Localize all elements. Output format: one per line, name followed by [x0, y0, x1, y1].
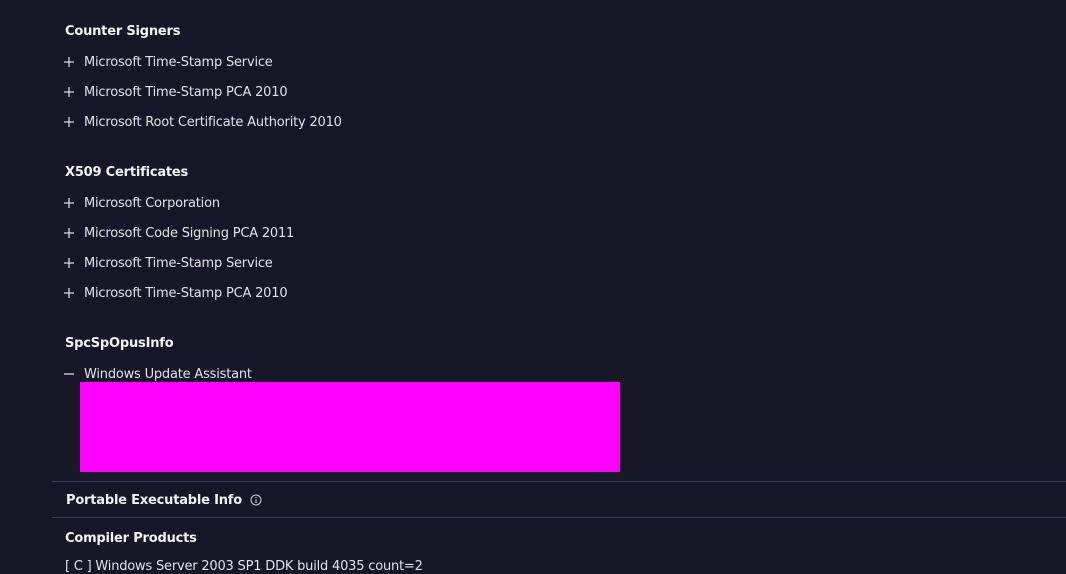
- plus-icon: [62, 55, 76, 69]
- counter-signer-item[interactable]: Microsoft Time-Stamp PCA 2010: [62, 82, 288, 102]
- divider: [52, 517, 1066, 518]
- opus-info-item[interactable]: Windows Update Assistant: [62, 364, 252, 384]
- plus-icon: [62, 85, 76, 99]
- counter-signer-label: Microsoft Time-Stamp Service: [84, 54, 273, 70]
- certificate-label: Microsoft Time-Stamp PCA 2010: [84, 285, 288, 301]
- counter-signer-item[interactable]: Microsoft Root Certificate Authority 201…: [62, 112, 342, 132]
- counter-signer-item[interactable]: Microsoft Time-Stamp Service: [62, 52, 273, 72]
- opus-info-label: Windows Update Assistant: [84, 366, 252, 382]
- minus-icon: [62, 367, 76, 381]
- portable-executable-info-title: Portable Executable Info: [66, 492, 242, 508]
- certificate-item[interactable]: Microsoft Time-Stamp Service: [62, 253, 273, 273]
- spc-sp-opus-info-title: SpcSpOpusInfo: [65, 336, 174, 351]
- compiler-products-title: Compiler Products: [65, 531, 197, 546]
- redacted-region: [80, 382, 620, 472]
- certificate-label: Microsoft Corporation: [84, 195, 220, 211]
- counter-signers-title: Counter Signers: [65, 24, 181, 39]
- portable-executable-info-header[interactable]: Portable Executable Info: [66, 490, 262, 510]
- plus-icon: [62, 226, 76, 240]
- plus-icon: [62, 115, 76, 129]
- plus-icon: [62, 286, 76, 300]
- info-icon[interactable]: [250, 494, 262, 506]
- certificate-label: Microsoft Code Signing PCA 2011: [84, 225, 295, 241]
- divider: [52, 481, 1066, 482]
- plus-icon: [62, 196, 76, 210]
- certificate-label: Microsoft Time-Stamp Service: [84, 255, 273, 271]
- x509-certificates-title: X509 Certificates: [65, 165, 189, 180]
- counter-signer-label: Microsoft Time-Stamp PCA 2010: [84, 84, 288, 100]
- certificate-item[interactable]: Microsoft Corporation: [62, 193, 220, 213]
- compiler-product-entry: [ C ] Windows Server 2003 SP1 DDK build …: [65, 559, 423, 574]
- certificate-item[interactable]: Microsoft Code Signing PCA 2011: [62, 223, 294, 243]
- counter-signer-label: Microsoft Root Certificate Authority 201…: [84, 114, 342, 130]
- plus-icon: [62, 256, 76, 270]
- certificate-item[interactable]: Microsoft Time-Stamp PCA 2010: [62, 283, 288, 303]
- signature-details-panel: Counter Signers Microsoft Time-Stamp Ser…: [0, 0, 1066, 574]
